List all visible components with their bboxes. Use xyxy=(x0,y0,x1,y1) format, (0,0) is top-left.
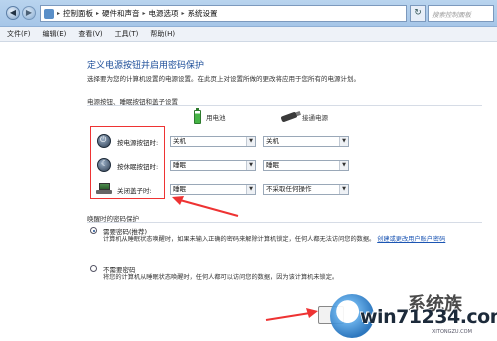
page-subtitle: 选择要为您的计算机设置的电源设置。在此页上对设置所做的更改将应用于您所有的电源计… xyxy=(87,75,360,83)
chevron-down-icon: ▼ xyxy=(339,137,348,146)
sleep-button-plugged-select[interactable]: 睡眠 ▼ xyxy=(263,160,349,171)
chevron-down-icon: ▼ xyxy=(246,161,255,170)
chevron-right-icon: ▸ xyxy=(57,10,61,17)
lid-close-plugged-select[interactable]: 不采取任何操作 ▼ xyxy=(263,184,349,195)
select-value: 关机 xyxy=(173,137,186,145)
power-plug-icon xyxy=(280,111,298,123)
select-value: 关机 xyxy=(266,137,279,145)
select-value: 不采取任何操作 xyxy=(266,185,312,193)
select-value: 睡眠 xyxy=(173,185,186,193)
title-bar: ◀ ▶ ▸ 控制面板 ▸ 硬件和声音 ▸ 电源选项 ▸ 系统设置 ↻ 搜索控制面… xyxy=(0,0,497,27)
breadcrumb-power-options[interactable]: 电源选项 xyxy=(149,8,179,19)
divider xyxy=(87,222,482,223)
menu-file[interactable]: 文件(F) xyxy=(7,29,31,39)
chevron-right-icon: ▸ xyxy=(96,10,100,17)
divider xyxy=(87,105,482,106)
chevron-down-icon: ▼ xyxy=(246,137,255,146)
watermark-text: win71234.com xyxy=(360,306,497,328)
battery-column-label: 用电池 xyxy=(206,114,226,122)
arrow-annotation-icon xyxy=(265,308,318,321)
change-password-link[interactable]: 创建或更改用户账户密码 xyxy=(377,236,445,243)
page-title: 定义电源按钮并启用密码保护 xyxy=(87,61,205,71)
search-input[interactable]: 搜索控制面板 xyxy=(428,5,494,22)
require-password-radio[interactable] xyxy=(90,227,97,234)
address-bar[interactable]: ▸ 控制面板 ▸ 硬件和声音 ▸ 电源选项 ▸ 系统设置 xyxy=(40,5,407,22)
select-value: 睡眠 xyxy=(173,161,186,169)
refresh-icon[interactable]: ↻ xyxy=(410,5,426,22)
chevron-right-icon: ▸ xyxy=(181,10,185,17)
battery-icon xyxy=(194,108,201,124)
require-password-desc: 计算机从睡眠状态唤醒时，如果未输入正确的密码来解除计算机锁定，任何人都无法访问您… xyxy=(103,235,488,244)
chevron-down-icon: ▼ xyxy=(339,185,348,194)
breadcrumb-system-settings[interactable]: 系统设置 xyxy=(188,8,218,19)
breadcrumb-control-panel[interactable]: 控制面板 xyxy=(63,8,93,19)
highlight-box xyxy=(90,126,165,199)
menu-view[interactable]: 查看(V) xyxy=(78,29,102,39)
select-value: 睡眠 xyxy=(266,161,279,169)
forward-button[interactable]: ▶ xyxy=(22,6,36,20)
main-content: 定义电源按钮并启用密码保护 选择要为您的计算机设置的电源设置。在此页上对设置所做… xyxy=(0,42,497,341)
require-password-desc-text: 计算机从睡眠状态唤醒时，如果未输入正确的密码来解除计算机锁定，任何人都无法访问您… xyxy=(103,236,376,243)
breadcrumb-hardware-sound[interactable]: 硬件和声音 xyxy=(102,8,140,19)
plugged-column-label: 接通电源 xyxy=(302,114,328,122)
chevron-right-icon: ▸ xyxy=(142,10,146,17)
no-password-radio[interactable] xyxy=(90,265,97,272)
power-button-plugged-select[interactable]: 关机 ▼ xyxy=(263,136,349,147)
chevron-down-icon: ▼ xyxy=(339,161,348,170)
arrow-annotation-icon xyxy=(172,196,239,217)
menu-help[interactable]: 帮助(H) xyxy=(150,29,175,39)
menu-tools[interactable]: 工具(T) xyxy=(115,29,139,39)
power-button-battery-select[interactable]: 关机 ▼ xyxy=(170,136,256,147)
back-button[interactable]: ◀ xyxy=(6,6,20,20)
sleep-button-battery-select[interactable]: 睡眠 ▼ xyxy=(170,160,256,171)
chevron-down-icon: ▼ xyxy=(246,185,255,194)
control-panel-icon xyxy=(44,8,54,19)
plugged-column-header: 接通电源 xyxy=(280,111,328,123)
menu-edit[interactable]: 编辑(E) xyxy=(43,29,67,39)
no-password-desc: 将您的计算机从睡眠状态唤醒时，任何人都可以访问您的数据，因为该计算机未锁定。 xyxy=(103,274,339,281)
battery-column-header: 用电池 xyxy=(194,108,226,124)
menu-bar: 文件(F) 编辑(E) 查看(V) 工具(T) 帮助(H) xyxy=(0,27,497,42)
watermark-url: XITONGZU.COM xyxy=(432,329,472,335)
